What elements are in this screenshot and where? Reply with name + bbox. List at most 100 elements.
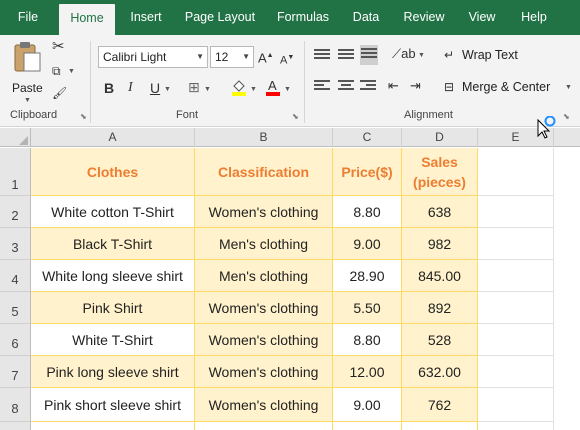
data-cell[interactable]: 632.00	[402, 356, 478, 388]
data-cell[interactable]: 638	[402, 196, 478, 228]
data-cell[interactable]: 982	[402, 228, 478, 260]
data-cell[interactable]: 762	[402, 388, 478, 422]
align-right-icon[interactable]	[360, 80, 376, 94]
select-all-corner[interactable]	[0, 128, 31, 147]
copy-icon[interactable]: ⧉	[52, 64, 61, 78]
data-cell[interactable]: 845.00	[402, 260, 478, 292]
row-header[interactable]: 7	[0, 356, 31, 388]
data-cell[interactable]: White T-Shirt	[31, 324, 195, 356]
decrease-indent-icon[interactable]: ⇤	[388, 79, 399, 93]
empty-cell[interactable]	[478, 148, 554, 196]
tab-data[interactable]: Data	[344, 0, 388, 35]
data-cell[interactable]: Pink short sleeve shirt	[31, 388, 195, 422]
empty-cell[interactable]	[402, 422, 478, 430]
data-cell[interactable]: 892	[402, 292, 478, 324]
increase-indent-icon[interactable]: ⇥	[410, 79, 421, 93]
empty-cell[interactable]	[195, 422, 333, 430]
dialog-launcher-icon[interactable]: ⬊	[80, 112, 87, 121]
data-cell[interactable]: Men's clothing	[195, 260, 333, 292]
row-header[interactable]: 8	[0, 388, 31, 422]
data-cell[interactable]: 8.80	[333, 196, 402, 228]
column-header-d[interactable]: D	[402, 128, 478, 147]
data-cell[interactable]: White long sleeve shirt	[31, 260, 195, 292]
italic-icon[interactable]: I	[128, 81, 133, 95]
tab-insert[interactable]: Insert	[122, 0, 170, 35]
underline-icon[interactable]: U	[150, 81, 160, 95]
font-color-icon[interactable]: A	[264, 78, 282, 96]
column-title-cell[interactable]: Price($)	[333, 148, 402, 196]
empty-cell[interactable]	[478, 422, 554, 430]
cut-icon[interactable]: ✂	[52, 39, 65, 54]
increase-font-size-icon[interactable]: A▲	[258, 49, 274, 65]
column-header-a[interactable]: A	[31, 128, 195, 147]
empty-cell[interactable]	[478, 324, 554, 356]
top-align-icon[interactable]	[314, 49, 330, 63]
chevron-down-icon[interactable]: ▼	[284, 86, 291, 93]
data-cell[interactable]: Women's clothing	[195, 196, 333, 228]
column-title-cell[interactable]: Clothes	[31, 148, 195, 196]
data-cell[interactable]: 8.80	[333, 324, 402, 356]
row-header[interactable]: 5	[0, 292, 31, 324]
dialog-launcher-icon[interactable]: ⬊	[563, 112, 570, 121]
empty-cell[interactable]	[478, 260, 554, 292]
empty-cell[interactable]	[478, 356, 554, 388]
decrease-font-size-icon[interactable]: A▼	[280, 51, 294, 68]
chevron-down-icon[interactable]: ▼	[164, 86, 171, 93]
data-cell[interactable]: White cotton T-Shirt	[31, 196, 195, 228]
dialog-launcher-icon[interactable]: ⬊	[292, 112, 299, 121]
data-cell[interactable]: Women's clothing	[195, 292, 333, 324]
row-header[interactable]: 4	[0, 260, 31, 292]
data-cell[interactable]: Pink Shirt	[31, 292, 195, 324]
column-title-cell[interactable]: Sales (pieces)	[402, 148, 478, 196]
tab-formulas[interactable]: Formulas	[270, 0, 336, 35]
chevron-down-icon[interactable]: ▼	[204, 86, 211, 93]
tab-view[interactable]: View	[460, 0, 504, 35]
data-cell[interactable]: Women's clothing	[195, 356, 333, 388]
data-cell[interactable]: 528	[402, 324, 478, 356]
empty-cell[interactable]	[478, 388, 554, 422]
data-cell[interactable]: Women's clothing	[195, 324, 333, 356]
column-title-cell[interactable]: Classification	[195, 148, 333, 196]
paste-button[interactable]: Paste ▼	[8, 41, 46, 104]
chevron-down-icon[interactable]: ▼	[68, 68, 75, 75]
font-size-select[interactable]: 12 ▼	[210, 46, 254, 68]
bold-icon[interactable]: B	[104, 81, 114, 95]
empty-cell[interactable]	[478, 292, 554, 324]
row-header-partial[interactable]	[0, 422, 31, 430]
borders-icon[interactable]: ⊞	[188, 80, 200, 94]
empty-cell[interactable]	[333, 422, 402, 430]
data-cell[interactable]: Pink long sleeve shirt	[31, 356, 195, 388]
bottom-align-icon[interactable]	[360, 45, 378, 65]
data-cell[interactable]: Women's clothing	[195, 388, 333, 422]
fill-color-icon[interactable]	[230, 78, 248, 96]
orientation-icon[interactable]: ⟋ab	[392, 47, 416, 61]
chevron-down-icon[interactable]: ▼	[250, 86, 257, 93]
data-cell[interactable]: 28.90	[333, 260, 402, 292]
row-header[interactable]: 6	[0, 324, 31, 356]
data-cell[interactable]: 5.50	[333, 292, 402, 324]
font-name-select[interactable]: Calibri Light ▼	[98, 46, 208, 68]
tab-help[interactable]: Help	[512, 0, 556, 35]
tab-review[interactable]: Review	[396, 0, 452, 35]
empty-cell[interactable]	[478, 196, 554, 228]
middle-align-icon[interactable]	[338, 49, 354, 63]
column-header-b[interactable]: B	[195, 128, 333, 147]
data-cell[interactable]: Men's clothing	[195, 228, 333, 260]
align-left-icon[interactable]	[314, 80, 330, 94]
data-cell[interactable]: 12.00	[333, 356, 402, 388]
row-header[interactable]: 2	[0, 196, 31, 228]
column-header-c[interactable]: C	[333, 128, 402, 147]
row-header[interactable]: 3	[0, 228, 31, 260]
data-cell[interactable]: 9.00	[333, 388, 402, 422]
data-cell[interactable]: Black T-Shirt	[31, 228, 195, 260]
chevron-down-icon[interactable]: ▼	[418, 52, 425, 59]
tab-file[interactable]: File	[6, 0, 50, 35]
data-cell[interactable]: 9.00	[333, 228, 402, 260]
align-center-icon[interactable]	[338, 80, 354, 94]
format-painter-icon[interactable]: 🖌	[52, 86, 67, 100]
tab-home[interactable]: Home	[59, 4, 115, 35]
tab-page-layout[interactable]: Page Layout	[178, 0, 262, 35]
empty-cell[interactable]	[31, 422, 195, 430]
empty-cell[interactable]	[478, 228, 554, 260]
row-header[interactable]: 1	[0, 148, 31, 196]
